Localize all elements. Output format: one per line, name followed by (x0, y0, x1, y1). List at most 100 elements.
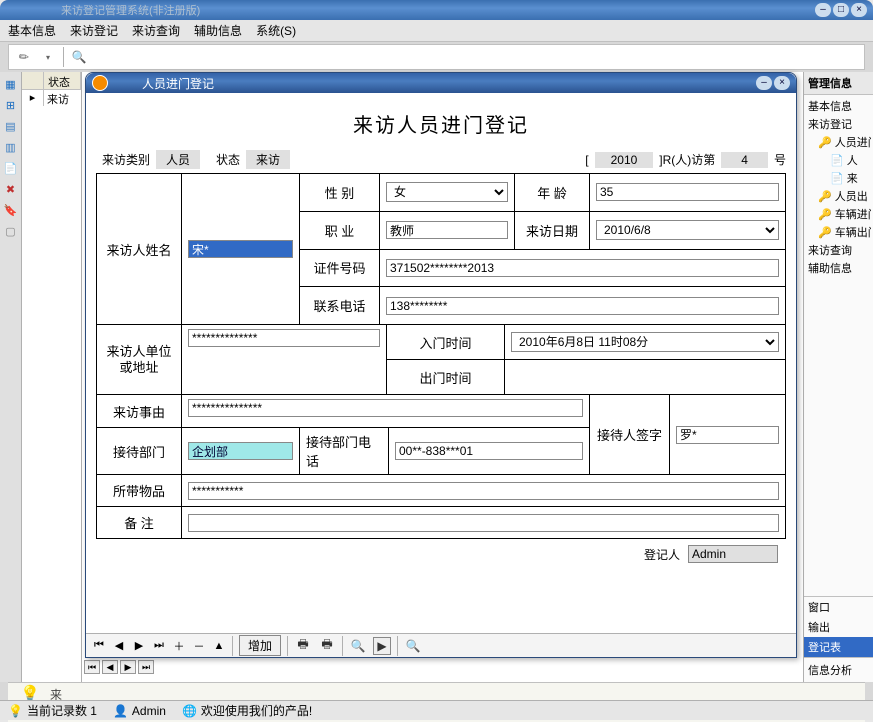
visitor-name-field[interactable] (188, 240, 293, 258)
dept-field[interactable] (188, 442, 293, 460)
dept-phone-field[interactable] (395, 442, 583, 460)
id-no-field[interactable] (386, 259, 779, 277)
edit-icon[interactable]: ✎ (11, 44, 36, 69)
left-toolbar: ▦ ⊞ ▤ ▥ 📄 ✖ 🔖 ▢ (0, 72, 22, 682)
enter-time-label: 入门时间 (387, 325, 505, 359)
dropdown-icon[interactable]: ▾ (39, 48, 57, 66)
table-row[interactable]: ▸ 来访 (22, 90, 81, 106)
tool-list-icon[interactable]: ▤ (2, 117, 20, 135)
play-icon[interactable]: ▶ (373, 637, 391, 655)
tree-visit-register[interactable]: 来访登记 (806, 115, 871, 133)
nav-prev-icon[interactable]: ◀ (102, 660, 118, 674)
menu-visit-query[interactable]: 来访查询 (132, 22, 180, 39)
tool-layout-icon[interactable]: ▦ (2, 75, 20, 93)
menu-basic-info[interactable]: 基本信息 (8, 22, 56, 39)
seq-suffix: 号 (774, 151, 786, 168)
mid-output[interactable]: 输出 (804, 617, 873, 637)
nav-first-button[interactable]: ⏮ (92, 639, 106, 653)
mid-register-table[interactable]: 登记表 (804, 637, 873, 657)
dialog-close-button[interactable]: × (774, 76, 790, 90)
mid-window[interactable]: 窗口 (804, 597, 873, 617)
add-button[interactable]: 增加 (239, 635, 281, 656)
nav-del-button[interactable]: － (192, 639, 206, 653)
occupation-field[interactable] (386, 221, 508, 239)
tree-car-enter[interactable]: 🔑 车辆进门 (806, 205, 871, 223)
menu-aux-info[interactable]: 辅助信息 (194, 22, 242, 39)
close-button[interactable]: × (851, 3, 867, 17)
nav-last-icon[interactable]: ⏭ (138, 660, 154, 674)
age-label: 年 龄 (515, 174, 590, 211)
enter-time-field[interactable]: 2010年6月8日 11时08分 (511, 332, 779, 352)
toolbar-divider (63, 47, 64, 67)
menu-visit-register[interactable]: 来访登记 (70, 22, 118, 39)
data-grid: 状态 ▸ 来访 (22, 72, 82, 682)
visitor-name-label: 来访人姓名 (97, 174, 182, 324)
company-field[interactable] (188, 329, 380, 347)
reason-field[interactable] (188, 399, 583, 417)
minimize-button[interactable]: – (815, 3, 831, 17)
tool-window-icon[interactable]: ▢ (2, 222, 20, 240)
menu-system[interactable]: 系统(S) (256, 22, 296, 39)
tool-close-icon[interactable]: ✖ (2, 180, 20, 198)
registrar-field[interactable] (688, 545, 778, 563)
nav-edit-button[interactable]: ▲ (212, 639, 226, 653)
status-label: 状态 (216, 151, 240, 168)
nav-add-button[interactable]: ＋ (172, 639, 186, 653)
company-label: 来访人单位或地址 (97, 325, 182, 394)
toolbar-divider-5 (397, 636, 398, 656)
print-icon[interactable]: 🖶 (294, 637, 312, 655)
tool-bookmark-icon[interactable]: 🔖 (2, 201, 20, 219)
nav-tree: 基本信息 来访登记 🔑 人员进门 📄 人 📄 来 🔑 人员出 🔑 车辆进门 🔑 … (804, 95, 873, 279)
tool-doc-icon[interactable]: ▥ (2, 138, 20, 156)
tree-person-sub2[interactable]: 📄 来 (806, 169, 871, 187)
nav-prev-button[interactable]: ◀ (112, 639, 126, 653)
tree-basic-info[interactable]: 基本信息 (806, 97, 871, 115)
remark-label: 备 注 (97, 507, 182, 538)
remark-field[interactable] (188, 514, 779, 532)
nav-first-icon[interactable]: ⏮ (84, 660, 100, 674)
grid-cell-status: 来访 (44, 90, 72, 106)
status-value: 来访 (246, 150, 290, 169)
grid-header-blank (22, 72, 44, 89)
tree-person-enter[interactable]: 🔑 人员进门 (806, 133, 871, 151)
nav-last-button[interactable]: ⏭ (152, 639, 166, 653)
main-titlebar: 来访登记管理系统(非注册版) – □ × (0, 0, 873, 20)
zoom2-icon[interactable]: 🔍 (404, 637, 422, 655)
maximize-button[interactable]: □ (833, 3, 849, 17)
age-field[interactable] (596, 183, 779, 201)
tree-visit-query[interactable]: 来访查询 (806, 241, 871, 259)
grid-header-status[interactable]: 状态 (44, 72, 81, 89)
tree-aux-info[interactable]: 辅助信息 (806, 259, 871, 277)
toolbar-divider-3 (287, 636, 288, 656)
right-panel-footer[interactable]: 信息分析 (804, 657, 873, 682)
row-marker-icon: ▸ (22, 90, 44, 106)
tree-person-sub1[interactable]: 📄 人 (806, 151, 871, 169)
visit-date-field[interactable]: 2010/6/8 (596, 220, 779, 240)
nav-next-button[interactable]: ▶ (132, 639, 146, 653)
tree-person-exit[interactable]: 🔑 人员出 (806, 187, 871, 205)
year-value: 2010 (595, 152, 654, 168)
exit-time-cell (505, 360, 785, 394)
dialog-titlebar: 人员进门登记 – × (86, 73, 796, 93)
search-icon[interactable]: 🔍 (70, 48, 88, 66)
tool-tree-icon[interactable]: ⊞ (2, 96, 20, 114)
print-preview-icon[interactable]: 🖶 (318, 637, 336, 655)
status-user: Admin (132, 704, 166, 718)
zoom-icon[interactable]: 🔍 (349, 637, 367, 655)
nav-next-icon[interactable]: ▶ (120, 660, 136, 674)
form-grid: 来访人姓名 性 别 女 年 龄 (96, 173, 786, 539)
dept-phone-label: 接待部门电话 (300, 428, 389, 474)
dialog-icon (92, 75, 108, 91)
dialog-minimize-button[interactable]: – (756, 76, 772, 90)
items-field[interactable] (188, 482, 779, 500)
seq-prefix: ]R(人)访第 (659, 151, 715, 168)
gender-select[interactable]: 女 (386, 182, 508, 202)
dialog-heading: 来访人员进门登记 (96, 109, 786, 138)
meta-row: 来访类别 人员 状态 来访 [ 2010 ]R(人)访第 4 号 (102, 150, 786, 169)
receiver-sign-field[interactable] (676, 426, 779, 444)
registrar-label: 登记人 (644, 546, 680, 563)
phone-field[interactable] (386, 297, 779, 315)
tool-page-icon[interactable]: 📄 (2, 159, 20, 177)
tree-car-exit[interactable]: 🔑 车辆出门 (806, 223, 871, 241)
status-bar: 💡当前记录数 1 👤Admin 🌐欢迎使用我们的产品! (0, 700, 873, 720)
